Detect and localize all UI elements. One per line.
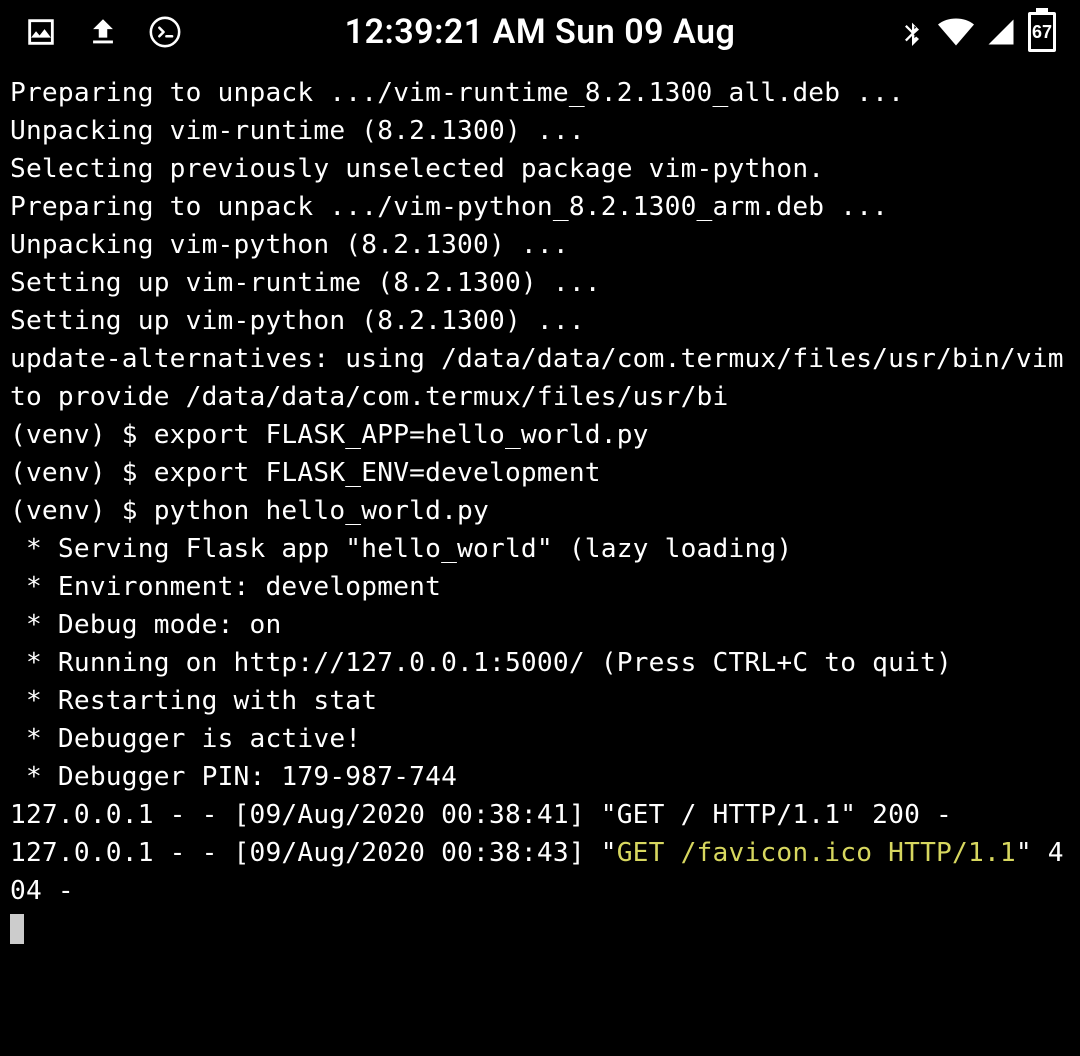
upload-icon xyxy=(86,12,120,52)
terminal-line: Preparing to unpack .../vim-python_8.2.1… xyxy=(10,192,888,222)
bluetooth-icon xyxy=(898,14,926,50)
terminal-line: update-alternatives: using /data/data/co… xyxy=(10,344,1080,412)
terminal-line: * Environment: development xyxy=(10,572,441,602)
terminal-line: Unpacking vim-python (8.2.1300) ... xyxy=(10,230,569,260)
battery-percentage: 67 xyxy=(1032,22,1052,43)
status-clock: 12:39:21 AM Sun 09 Aug xyxy=(345,12,736,52)
terminal-icon xyxy=(148,15,182,49)
terminal-line: Setting up vim-python (8.2.1300) ... xyxy=(10,306,585,336)
terminal-line: 127.0.0.1 - - [09/Aug/2020 00:38:41] "GE… xyxy=(10,800,952,830)
terminal-line: (venv) $ python hello_world.py xyxy=(10,496,489,526)
terminal-line: * Debugger is active! xyxy=(10,724,361,754)
terminal-output[interactable]: Preparing to unpack .../vim-runtime_8.2.… xyxy=(0,64,1080,948)
terminal-line: (venv) $ export FLASK_APP=hello_world.py xyxy=(10,420,649,450)
terminal-line: 127.0.0.1 - - [09/Aug/2020 00:38:43] "GE… xyxy=(10,838,1064,906)
status-right-icons: 67 xyxy=(898,12,1056,52)
signal-icon xyxy=(986,17,1016,47)
log-prefix: 127.0.0.1 - - [09/Aug/2020 00:38:43] " xyxy=(10,838,617,868)
terminal-line: * Serving Flask app "hello_world" (lazy … xyxy=(10,534,792,564)
battery-icon: 67 xyxy=(1028,12,1056,52)
terminal-line: Preparing to unpack .../vim-runtime_8.2.… xyxy=(10,78,904,108)
terminal-cursor xyxy=(10,914,24,944)
terminal-line: * Debug mode: on xyxy=(10,610,281,640)
terminal-line: Selecting previously unselected package … xyxy=(10,154,824,184)
terminal-line: * Debugger PIN: 179-987-744 xyxy=(10,762,457,792)
terminal-line: Setting up vim-runtime (8.2.1300) ... xyxy=(10,268,601,298)
terminal-line: (venv) $ export FLASK_ENV=development xyxy=(10,458,601,488)
terminal-line: Unpacking vim-runtime (8.2.1300) ... xyxy=(10,116,585,146)
terminal-line: * Running on http://127.0.0.1:5000/ (Pre… xyxy=(10,648,952,678)
image-icon xyxy=(24,15,58,49)
log-404-request: GET /favicon.ico HTTP/1.1 xyxy=(617,838,1016,868)
terminal-line: * Restarting with stat xyxy=(10,686,377,716)
status-left-icons xyxy=(24,12,182,52)
status-bar: 12:39:21 AM Sun 09 Aug 67 xyxy=(0,0,1080,64)
wifi-icon xyxy=(938,17,974,47)
